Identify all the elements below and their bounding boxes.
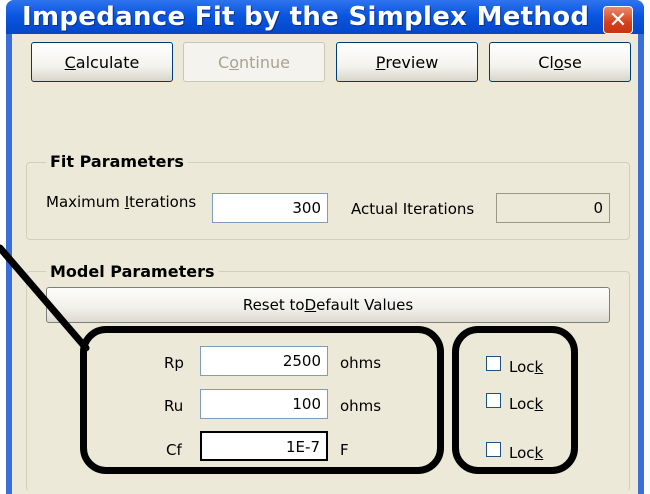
callout-pointer-line bbox=[0, 244, 90, 352]
